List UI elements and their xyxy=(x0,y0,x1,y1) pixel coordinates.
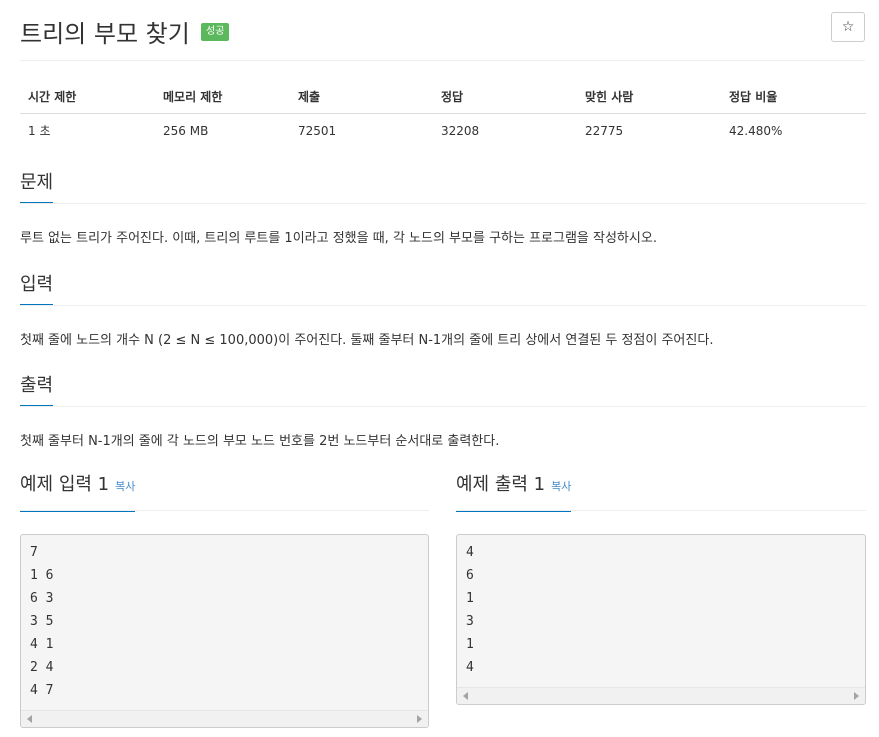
code-line: 6 xyxy=(466,568,474,583)
col-ratio: 정답 비율 xyxy=(721,84,866,114)
sample-output-section: 예제 출력 1 복사 4 6 1 3 1 4 xyxy=(456,473,866,705)
col-memory-limit: 메모리 제한 xyxy=(155,84,290,114)
col-accepted: 정답 xyxy=(433,84,577,114)
problem-section: 문제 루트 없는 트리가 주어진다. 이때, 트리의 루트를 1이라고 정했을 … xyxy=(20,171,866,248)
horizontal-scrollbar[interactable] xyxy=(21,710,428,727)
code-line: 3 xyxy=(466,614,474,629)
problem-heading: 문제 xyxy=(20,171,54,203)
accepted-value: 32208 xyxy=(441,123,480,138)
col-solvers: 맞힌 사람 xyxy=(577,84,721,114)
output-section: 출력 첫째 줄부터 N-1개의 줄에 각 노드의 부모 노드 번호를 2번 노드… xyxy=(20,374,866,451)
scroll-right-icon[interactable] xyxy=(854,692,859,700)
sample-input-lines: 7 1 6 6 3 3 5 4 1 2 4 4 7 xyxy=(21,535,428,705)
table-header-row: 시간 제한 메모리 제한 제출 정답 맞힌 사람 정답 비율 xyxy=(20,84,866,114)
horizontal-scrollbar[interactable] xyxy=(457,687,865,704)
memory-limit-value: 256 MB xyxy=(163,123,209,138)
problem-text: 루트 없는 트리가 주어진다. 이때, 트리의 루트를 1이라고 정했을 때, … xyxy=(20,231,657,246)
sample-output-box[interactable]: 4 6 1 3 1 4 xyxy=(456,534,866,705)
output-text: 첫째 줄부터 N-1개의 줄에 각 노드의 부모 노드 번호를 2번 노드부터 … xyxy=(20,434,500,449)
col-time-limit: 시간 제한 xyxy=(20,84,155,114)
scroll-left-icon[interactable] xyxy=(463,692,468,700)
title-row: 트리의 부모 찾기 성공 ☆ xyxy=(20,12,865,61)
sample-output-lines: 4 6 1 3 1 4 xyxy=(457,535,865,682)
table-row: 1 초 256 MB 72501 32208 22775 42.480% xyxy=(20,114,866,146)
page-title: 트리의 부모 찾기 xyxy=(20,20,190,48)
submissions-value: 72501 xyxy=(298,123,337,138)
code-line: 4 xyxy=(466,545,474,560)
code-line: 4 1 xyxy=(30,637,54,652)
copy-input-link[interactable]: 복사 xyxy=(115,480,135,493)
output-heading: 출력 xyxy=(20,374,54,406)
code-line: 6 3 xyxy=(30,591,54,606)
scroll-left-icon[interactable] xyxy=(27,715,32,723)
solvers-value: 22775 xyxy=(585,123,624,138)
input-text: 첫째 줄에 노드의 개수 N (2 ≤ N ≤ 100,000)이 주어진다. … xyxy=(20,333,714,348)
sample-input-box[interactable]: 7 1 6 6 3 3 5 4 1 2 4 4 7 xyxy=(20,534,429,728)
ratio-value: 42.480% xyxy=(729,123,783,138)
col-submissions: 제출 xyxy=(290,84,433,114)
input-heading: 입력 xyxy=(20,273,54,305)
code-line: 1 xyxy=(466,637,474,652)
problem-info-table: 시간 제한 메모리 제한 제출 정답 맞힌 사람 정답 비율 1 초 256 M… xyxy=(20,84,866,145)
input-section: 입력 첫째 줄에 노드의 개수 N (2 ≤ N ≤ 100,000)이 주어진… xyxy=(20,273,866,350)
code-line: 1 6 xyxy=(30,568,54,583)
sample-input-heading: 예제 입력 1 복사 xyxy=(20,473,136,512)
sample-output-heading: 예제 출력 1 복사 xyxy=(456,473,572,512)
code-line: 2 4 xyxy=(30,660,54,675)
sample-output-title: 예제 출력 1 xyxy=(456,474,546,495)
code-line: 1 xyxy=(466,591,474,606)
code-line: 4 xyxy=(466,660,474,675)
code-line: 3 5 xyxy=(30,614,54,629)
time-limit-value: 1 초 xyxy=(28,124,51,138)
sample-input-title: 예제 입력 1 xyxy=(20,474,110,495)
copy-output-link[interactable]: 복사 xyxy=(551,480,571,493)
scroll-right-icon[interactable] xyxy=(417,715,422,723)
star-icon: ☆ xyxy=(841,19,855,35)
sample-input-section: 예제 입력 1 복사 7 1 6 6 3 3 5 4 1 2 4 4 7 xyxy=(20,473,429,728)
code-line: 4 7 xyxy=(30,683,54,698)
favorite-button[interactable]: ☆ xyxy=(831,12,865,42)
status-badge: 성공 xyxy=(201,23,230,41)
code-line: 7 xyxy=(30,545,38,560)
